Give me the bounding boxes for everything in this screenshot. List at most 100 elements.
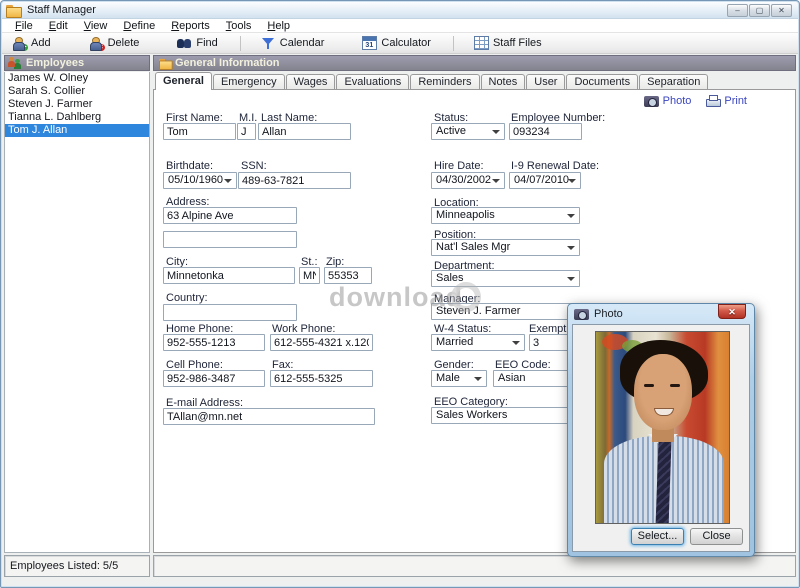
- cell-phone-field[interactable]: [163, 370, 265, 387]
- country-field[interactable]: [163, 304, 297, 321]
- toolbar: + Add × Delete Find Calendar Calculator …: [2, 33, 798, 54]
- email-field[interactable]: [163, 408, 375, 425]
- chevron-down-icon: [492, 130, 500, 134]
- minimize-button[interactable]: –: [727, 4, 748, 17]
- table-grid-icon: [474, 36, 489, 50]
- list-item-selected[interactable]: Tom J. Allan: [5, 124, 149, 137]
- photo-dialog: Photo ✕ Select... Close: [567, 303, 755, 557]
- city-field[interactable]: [163, 267, 295, 284]
- maximize-button[interactable]: ▢: [749, 4, 770, 17]
- camera-icon: [644, 96, 659, 107]
- tab-user[interactable]: User: [526, 74, 565, 90]
- toolbar-separator: [240, 36, 241, 51]
- location-combo[interactable]: Minneapolis: [431, 207, 580, 224]
- binoculars-icon: [177, 36, 192, 50]
- calendar-button[interactable]: Calendar: [255, 34, 331, 52]
- address2-field[interactable]: [163, 231, 297, 248]
- chevron-down-icon: [567, 277, 575, 281]
- menu-define[interactable]: Define: [115, 19, 163, 33]
- eeo-category-combo[interactable]: Sales Workers: [431, 407, 580, 424]
- close-button[interactable]: ✕: [771, 4, 792, 17]
- print-link[interactable]: Print: [705, 95, 747, 107]
- hire-date-combo[interactable]: 04/30/2002: [431, 172, 505, 189]
- menu-edit[interactable]: Edit: [41, 19, 76, 33]
- employees-panel: Employees James W. Olney Sarah S. Collie…: [4, 55, 150, 577]
- toolbar-separator: [453, 36, 454, 51]
- app-window: Staff Manager – ▢ ✕ File Edit View Defin…: [0, 0, 800, 588]
- tab-bar: General Emergency Wages Evaluations Remi…: [153, 72, 796, 90]
- list-item[interactable]: James W. Olney: [5, 72, 149, 85]
- staff-files-button[interactable]: Staff Files: [468, 34, 548, 52]
- state-field[interactable]: [299, 267, 320, 284]
- ssn-label: SSN:: [241, 160, 267, 172]
- chevron-down-icon: [567, 214, 575, 218]
- tab-emergency[interactable]: Emergency: [213, 74, 285, 90]
- list-item[interactable]: Sarah S. Collier: [5, 85, 149, 98]
- delete-button[interactable]: × Delete: [83, 34, 146, 52]
- menu-reports[interactable]: Reports: [163, 19, 218, 33]
- zip-field[interactable]: [324, 267, 372, 284]
- tab-wages[interactable]: Wages: [286, 74, 336, 90]
- tab-evaluations[interactable]: Evaluations: [336, 74, 409, 90]
- chevron-down-icon: [224, 179, 232, 183]
- first-name-field[interactable]: [163, 123, 236, 140]
- i9-renewal-label: I-9 Renewal Date:: [511, 160, 599, 172]
- add-button[interactable]: + Add: [6, 34, 57, 52]
- calculator-button[interactable]: Calculator: [356, 34, 437, 52]
- birthdate-combo[interactable]: 05/10/1960: [163, 172, 237, 189]
- employee-list: James W. Olney Sarah S. Collier Steven J…: [4, 72, 150, 553]
- status-combo[interactable]: Active: [431, 123, 505, 140]
- list-item[interactable]: Steven J. Farmer: [5, 98, 149, 111]
- address-field[interactable]: [163, 207, 297, 224]
- photo-dialog-body: Select... Close: [572, 324, 750, 552]
- chevron-down-icon: [512, 341, 520, 345]
- dialog-close-button[interactable]: ✕: [718, 304, 746, 319]
- photo-link[interactable]: Photo: [644, 95, 692, 107]
- hire-date-label: Hire Date:: [434, 160, 484, 172]
- birthdate-label: Birthdate:: [166, 160, 213, 172]
- tab-notes[interactable]: Notes: [481, 74, 526, 90]
- menu-tools[interactable]: Tools: [218, 19, 260, 33]
- tab-separation[interactable]: Separation: [639, 74, 708, 90]
- person-add-icon: +: [12, 36, 27, 50]
- w4-status-combo[interactable]: Married: [431, 334, 525, 351]
- people-icon: [8, 56, 23, 70]
- employees-panel-header: Employees: [4, 55, 150, 71]
- chevron-down-icon: [474, 377, 482, 381]
- mi-field[interactable]: [237, 123, 256, 140]
- chevron-down-icon: [568, 179, 576, 183]
- close-button[interactable]: Close: [690, 528, 743, 545]
- find-button[interactable]: Find: [171, 34, 223, 52]
- menu-bar: File Edit View Define Reports Tools Help: [2, 19, 798, 33]
- app-icon: [6, 5, 20, 16]
- employee-photo: [595, 331, 730, 524]
- ssn-field[interactable]: [238, 172, 351, 189]
- gender-combo[interactable]: Male: [431, 370, 487, 387]
- fax-field[interactable]: [270, 370, 373, 387]
- chevron-down-icon: [492, 179, 500, 183]
- employee-number-field[interactable]: [509, 123, 582, 140]
- last-name-field[interactable]: [258, 123, 351, 140]
- menu-file[interactable]: File: [7, 19, 41, 33]
- i9-renewal-combo[interactable]: 04/07/2010: [509, 172, 581, 189]
- select-button[interactable]: Select...: [631, 528, 684, 545]
- work-phone-field[interactable]: [270, 334, 373, 351]
- window-title: Staff Manager: [27, 4, 96, 16]
- person-delete-icon: ×: [89, 36, 104, 50]
- funnel-icon: [261, 36, 276, 50]
- home-phone-field[interactable]: [163, 334, 265, 351]
- list-item[interactable]: Tianna L. Dahlberg: [5, 111, 149, 124]
- folder-icon: [159, 58, 171, 67]
- country-label: Country:: [166, 292, 208, 304]
- tab-reminders[interactable]: Reminders: [410, 74, 479, 90]
- manager-combo[interactable]: Steven J. Farmer: [431, 303, 580, 320]
- menu-view[interactable]: View: [76, 19, 116, 33]
- tab-documents[interactable]: Documents: [566, 74, 638, 90]
- bottom-status-strip: [153, 555, 796, 577]
- printer-icon: [705, 95, 720, 107]
- department-combo[interactable]: Sales: [431, 270, 580, 287]
- menu-help[interactable]: Help: [259, 19, 298, 33]
- camera-icon: [574, 309, 589, 320]
- position-combo[interactable]: Nat'l Sales Mgr: [431, 239, 580, 256]
- tab-general[interactable]: General: [155, 72, 212, 90]
